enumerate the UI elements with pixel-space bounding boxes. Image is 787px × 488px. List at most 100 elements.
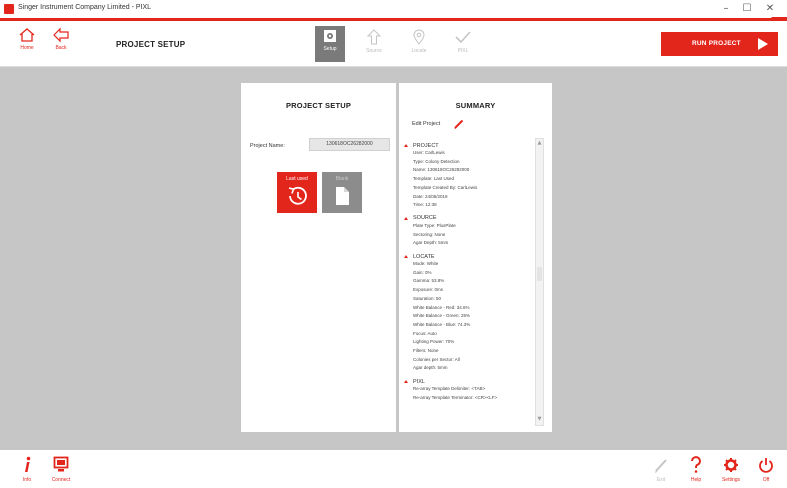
app-logo-icon: [4, 4, 14, 14]
summary-panel: SUMMARY Edit Project PROJECT User: CarlL…: [399, 83, 552, 432]
summary-line: Exposure: 0ms: [413, 287, 444, 293]
help-button[interactable]: Help: [683, 456, 709, 486]
summary-line: Name: 130618OC26282000: [413, 167, 470, 173]
summary-section-source: SOURCE Plate Type: PlusPlate Sectoring: …: [403, 215, 529, 248]
summary-scrollbar[interactable]: ▲ ▼: [535, 138, 544, 426]
summary-line: Saturation: 50: [413, 295, 442, 301]
monitor-icon: [53, 456, 69, 472]
step-label: Setup: [323, 46, 337, 52]
section-heading: LOCATE: [413, 253, 435, 260]
collapse-caret-icon: [404, 216, 408, 220]
section-header[interactable]: LOCATE: [403, 253, 529, 260]
collapse-caret-icon: [404, 255, 408, 259]
window-title: Singer Instrument Company Limited - PIXL: [18, 4, 152, 11]
back-label: Back: [55, 45, 67, 51]
home-icon: [19, 28, 35, 42]
back-arrow-icon: [53, 27, 69, 43]
settings-button[interactable]: Settings: [718, 456, 744, 486]
summary-line: Type: Colony Detection: [413, 158, 460, 164]
section-header[interactable]: PROJECT: [403, 142, 529, 149]
info-button[interactable]: Info: [14, 456, 40, 486]
question-icon: [691, 456, 701, 473]
step-source[interactable]: Source: [359, 26, 389, 62]
gear-icon: [724, 458, 738, 472]
summary-line: Lighting Power: 70%: [413, 339, 455, 345]
off-button[interactable]: Off: [753, 456, 779, 486]
summary-line: User: CarlLewis: [413, 150, 445, 155]
blank-label: Blank: [335, 176, 349, 182]
section-heading: SOURCE: [413, 215, 437, 222]
summary-line: Agar Depth: 5mm: [413, 240, 449, 246]
step-pixl[interactable]: PIXL: [448, 26, 478, 62]
upload-arrow-icon: [367, 29, 381, 45]
section-header[interactable]: PIXL: [403, 378, 529, 385]
summary-section-locate: LOCATE Mode: White Gain: 0% Gamma: 53.8%…: [403, 253, 529, 373]
section-header[interactable]: SOURCE: [403, 215, 529, 222]
project-name-label: Project Name:: [250, 143, 285, 149]
connect-label: Connect: [51, 477, 71, 483]
summary-line: Agar depth: 5mm: [413, 365, 448, 371]
step-locate[interactable]: Locate: [404, 26, 434, 62]
settings-label: Settings: [721, 477, 741, 483]
collapse-caret-icon: [404, 144, 408, 147]
edit-project-label[interactable]: Edit Project: [412, 121, 440, 127]
setup-panel-title: PROJECT SETUP: [285, 101, 352, 110]
summary-line: Gamma: 53.8%: [413, 278, 445, 284]
maximize-button[interactable]: ☐: [737, 2, 757, 16]
scroll-down-icon[interactable]: ▼: [537, 417, 542, 422]
pencil-icon: [655, 459, 667, 473]
summary-line: Gain: 0%: [413, 269, 432, 275]
minimize-button[interactable]: –: [716, 2, 736, 16]
home-button[interactable]: Home: [13, 27, 41, 61]
summary-line: White Balance - Red: 34.6%: [413, 304, 470, 310]
summary-line: Re-array Template Delimiter: <TAB>: [413, 386, 486, 392]
back-button[interactable]: Back: [47, 27, 75, 61]
summary-line: Sectoring: None: [413, 231, 446, 237]
summary-line: Time: 12:38: [413, 202, 437, 208]
step-label: Locate: [411, 48, 427, 54]
location-pin-icon: [413, 29, 425, 45]
checkmark-icon: [455, 31, 471, 44]
info-label: Info: [22, 477, 32, 483]
project-name-input[interactable]: 130618OC26282000: [309, 138, 390, 151]
scrollbar-thumb[interactable]: [537, 267, 542, 281]
summary-line: Focus: Auto: [413, 330, 437, 336]
summary-line: Template Created By: CarlLewis: [413, 184, 478, 190]
collapse-caret-icon: [404, 380, 408, 384]
pencil-icon[interactable]: [453, 118, 465, 130]
off-label: Off: [762, 477, 770, 483]
summary-line: Re-array Template Terminator: <CR><LF>: [413, 394, 498, 400]
summary-section-project: PROJECT User: CarlLewis Type: Colony Det…: [403, 142, 529, 210]
page-title: PROJECT SETUP: [116, 40, 186, 49]
info-icon: [25, 456, 31, 472]
blank-document-icon: [336, 187, 349, 205]
summary-line: Date: 24/06/2019: [413, 193, 448, 199]
summary-line: White Balance - Blue: 74.3%: [413, 321, 471, 327]
summary-line: Filters: None: [413, 348, 439, 354]
step-label: Source: [366, 48, 382, 54]
summary-list: PROJECT User: CarlLewis Type: Colony Det…: [403, 142, 529, 428]
last-used-template-button[interactable]: Last used: [277, 172, 317, 213]
summary-section-pixl: PIXL Re-array Template Delimiter: <TAB> …: [403, 378, 529, 402]
project-setup-panel: PROJECT SETUP Project Name: 130618OC2628…: [241, 83, 396, 432]
summary-line: Colonies per Sector: All: [413, 356, 460, 362]
summary-line: White Balance - Green: 25%: [413, 313, 471, 319]
scroll-up-icon[interactable]: ▲: [537, 141, 542, 146]
summary-line: Template: Last Used: [413, 176, 455, 182]
section-heading: PROJECT: [413, 142, 439, 149]
exit-label: Exit: [656, 477, 666, 483]
step-setup[interactable]: Setup: [315, 26, 345, 62]
summary-line: Mode: White: [413, 261, 439, 267]
history-clock-icon: [288, 186, 307, 205]
blank-template-button[interactable]: Blank: [322, 172, 362, 213]
step-label: PIXL: [457, 48, 469, 54]
run-project-label: RUN PROJECT: [692, 40, 741, 47]
section-heading: PIXL: [413, 378, 425, 385]
play-icon: [758, 38, 768, 50]
power-icon: [759, 458, 773, 473]
close-button[interactable]: ✕: [760, 2, 780, 16]
run-project-button[interactable]: RUN PROJECT: [661, 32, 778, 56]
exit-button[interactable]: Exit: [648, 456, 674, 486]
last-used-label: Last used: [286, 176, 308, 182]
connect-button[interactable]: Connect: [48, 456, 74, 486]
